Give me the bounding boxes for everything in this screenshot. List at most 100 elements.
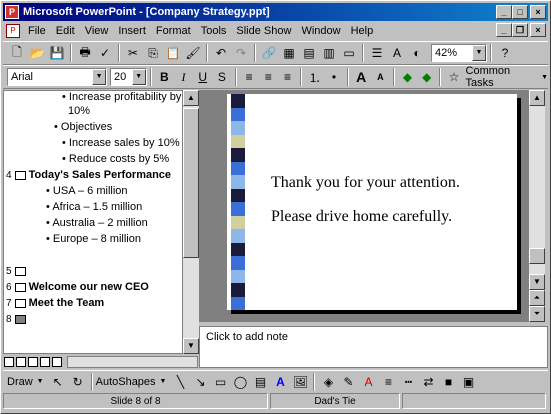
outline-slide-8[interactable]: 8 <box>6 313 29 325</box>
outline-scrollbar[interactable]: ▲ ▼ <box>183 90 199 354</box>
text-box-icon[interactable]: ▤ <box>250 372 270 392</box>
arrow-icon[interactable]: ↘ <box>190 372 210 392</box>
slide-sorter-icon[interactable] <box>40 356 50 367</box>
chevron-down-icon[interactable]: ▼ <box>160 378 167 385</box>
arrow-style-icon[interactable]: ⇄ <box>418 372 438 392</box>
chevron-down-icon[interactable]: ▼ <box>92 69 107 85</box>
slide-scrollbar[interactable]: ▲ ▼ ⏶ ⏷ <box>529 90 545 322</box>
font-size-combo[interactable]: 20 ▼ <box>110 68 147 86</box>
menu-insert[interactable]: Insert <box>113 25 151 37</box>
outline-slide-4[interactable]: 4 Today's Sales Performance <box>6 169 171 181</box>
promote-icon[interactable]: ◆ <box>398 67 417 87</box>
doc-restore-button[interactable]: ❐ <box>512 23 528 37</box>
outline-slide-7[interactable]: 7 Meet the Team <box>6 297 104 309</box>
draw-menu[interactable]: Draw <box>7 376 33 388</box>
underline-icon[interactable]: U <box>193 67 212 87</box>
new-slide-icon[interactable]: ▭ <box>339 43 359 63</box>
numbering-icon[interactable]: ⒈ <box>305 67 324 87</box>
bullets-icon[interactable]: • <box>324 67 343 87</box>
slide-text-line-2[interactable]: Please drive home carefully. <box>271 208 452 226</box>
animation-effects-icon[interactable]: ☆ <box>444 67 463 87</box>
chevron-down-icon[interactable]: ▼ <box>472 45 486 61</box>
line-style-icon[interactable]: ≡ <box>378 372 398 392</box>
open-icon[interactable]: 📂 <box>27 43 47 63</box>
spelling-icon[interactable]: ✓ <box>95 43 115 63</box>
slide-view-icon[interactable] <box>28 356 38 367</box>
menu-help[interactable]: Help <box>346 25 379 37</box>
outline-slide-6[interactable]: 6 Welcome our new CEO <box>6 281 149 293</box>
scroll-up-icon[interactable]: ▲ <box>183 90 199 106</box>
fill-color-icon[interactable]: ◈ <box>318 372 338 392</box>
align-right-icon[interactable]: ≡ <box>278 67 297 87</box>
copy-icon[interactable]: ⎘ <box>143 43 163 63</box>
autoshapes-menu[interactable]: AutoShapes <box>96 376 156 388</box>
scroll-thumb[interactable] <box>183 108 199 258</box>
outline-slide-5[interactable]: 5 <box>6 265 29 277</box>
chevron-down-icon[interactable]: ▼ <box>37 378 44 385</box>
scroll-thumb[interactable] <box>529 248 545 264</box>
save-icon[interactable]: 💾 <box>47 43 67 63</box>
menu-tools[interactable]: Tools <box>196 25 232 37</box>
clip-art-icon[interactable]: 🖼 <box>290 372 310 392</box>
normal-view-icon[interactable] <box>4 356 14 367</box>
scroll-down-icon[interactable]: ▼ <box>183 338 199 354</box>
outline-view-icon[interactable] <box>16 356 26 367</box>
undo-icon[interactable]: ↶ <box>211 43 231 63</box>
menu-format[interactable]: Format <box>151 25 196 37</box>
decrease-font-icon[interactable]: A <box>371 67 390 87</box>
insert-chart-icon[interactable]: ▥ <box>319 43 339 63</box>
chevron-down-icon[interactable]: ▼ <box>541 74 548 81</box>
chevron-down-icon[interactable]: ▼ <box>131 69 146 85</box>
menu-file[interactable]: File <box>23 25 51 37</box>
new-icon[interactable]: 🗋 <box>7 43 27 63</box>
font-combo[interactable]: Arial ▼ <box>7 68 108 86</box>
maximize-button[interactable]: □ <box>512 5 528 19</box>
align-left-icon[interactable]: ≡ <box>240 67 259 87</box>
common-tasks-menu[interactable]: Common Tasks <box>466 65 539 89</box>
horizontal-scrollbar[interactable] <box>67 355 198 368</box>
next-slide-icon[interactable]: ⏷ <box>529 306 545 322</box>
print-icon[interactable]: 🖶 <box>75 43 95 63</box>
rectangle-icon[interactable]: ▭ <box>210 372 230 392</box>
slide-canvas[interactable]: Thank you for your attention. Please dri… <box>227 94 517 310</box>
free-rotate-icon[interactable]: ↻ <box>68 372 88 392</box>
line-icon[interactable]: ╲ <box>170 372 190 392</box>
dash-style-icon[interactable]: ┅ <box>398 372 418 392</box>
menu-window[interactable]: Window <box>296 25 345 37</box>
insert-hyperlink-icon[interactable]: 🔗 <box>259 43 279 63</box>
slide-show-icon[interactable] <box>52 356 62 367</box>
menu-view[interactable]: View <box>80 25 114 37</box>
align-center-icon[interactable]: ≡ <box>259 67 278 87</box>
cut-icon[interactable]: ✂ <box>123 43 143 63</box>
scroll-up-icon[interactable]: ▲ <box>529 90 545 106</box>
powerpoint-app-icon[interactable]: P <box>5 5 19 19</box>
select-objects-icon[interactable]: ↖ <box>48 372 68 392</box>
3d-style-icon[interactable]: ▣ <box>458 372 478 392</box>
menu-slide-show[interactable]: Slide Show <box>231 25 296 37</box>
grayscale-preview-icon[interactable]: ◐ <box>407 43 427 63</box>
slide-text-line-1[interactable]: Thank you for your attention. <box>271 174 460 192</box>
tables-borders-icon[interactable]: ▦ <box>279 43 299 63</box>
font-color-icon[interactable]: A <box>358 372 378 392</box>
zoom-combo[interactable]: 42% ▼ <box>431 44 487 62</box>
minimize-button[interactable]: _ <box>496 5 512 19</box>
insert-table-icon[interactable]: ▤ <box>299 43 319 63</box>
previous-slide-icon[interactable]: ⏶ <box>529 290 545 306</box>
help-icon[interactable]: ? <box>495 43 515 63</box>
shadow-style-icon[interactable]: ■ <box>438 372 458 392</box>
bold-icon[interactable]: B <box>155 67 174 87</box>
italic-icon[interactable]: I <box>174 67 193 87</box>
shadow-icon[interactable]: S <box>212 67 231 87</box>
outline-pane[interactable]: • Increase profitability by 10% • Object… <box>3 90 183 354</box>
demote-icon[interactable]: ◆ <box>417 67 436 87</box>
scroll-down-icon[interactable]: ▼ <box>529 274 545 290</box>
show-formatting-icon[interactable]: A <box>387 43 407 63</box>
expand-all-icon[interactable]: ☰ <box>367 43 387 63</box>
format-painter-icon[interactable]: 🖌 <box>183 43 203 63</box>
notes-placeholder[interactable]: Click to add note <box>206 331 288 343</box>
increase-font-icon[interactable]: A <box>352 67 371 87</box>
close-button[interactable]: × <box>530 5 546 19</box>
oval-icon[interactable]: ◯ <box>230 372 250 392</box>
doc-close-button[interactable]: × <box>530 23 546 37</box>
redo-icon[interactable]: ↷ <box>231 43 251 63</box>
